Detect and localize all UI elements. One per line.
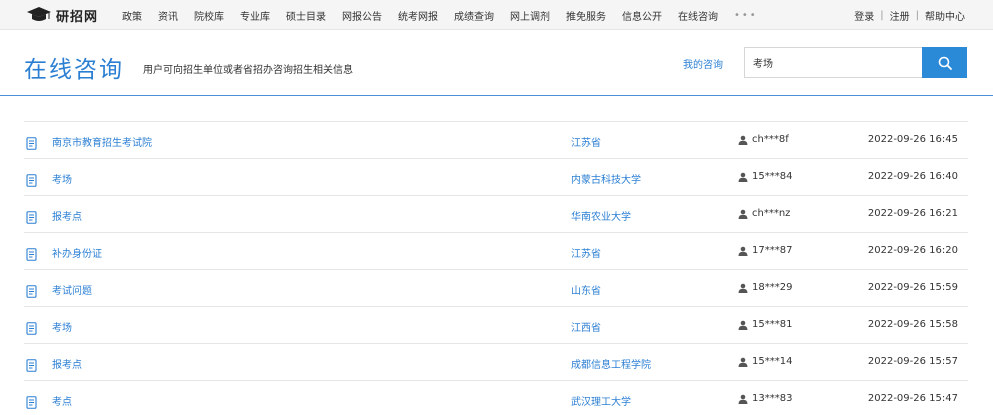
user-icon xyxy=(738,394,752,404)
consultation-title-link[interactable]: 考场 xyxy=(52,171,72,186)
asker-name: ch***8f xyxy=(752,134,789,145)
nav-item-info-disclosure[interactable]: 信息公开 xyxy=(622,8,662,23)
nav-item-master-catalog[interactable]: 硕士目录 xyxy=(286,8,326,23)
institution-link[interactable]: 内蒙古科技大学 xyxy=(571,171,641,186)
institution-link[interactable]: 成都信息工程学院 xyxy=(571,356,651,371)
user-icon xyxy=(738,246,752,256)
nav-item-schools[interactable]: 院校库 xyxy=(194,8,224,23)
institution-link[interactable]: 华南农业大学 xyxy=(571,208,631,223)
nav-item-majors[interactable]: 专业库 xyxy=(240,8,270,23)
list-item[interactable]: 考试问题 山东省 18***29 2022-09-26 15:59 xyxy=(24,269,968,306)
asker: 18***29 xyxy=(738,282,792,293)
help-center-link[interactable]: 帮助中心 xyxy=(925,8,965,23)
login-link[interactable]: 登录 xyxy=(854,8,874,23)
site-logo[interactable]: 研招网 xyxy=(26,5,98,25)
asker: 13***83 xyxy=(738,393,792,404)
user-icon xyxy=(738,209,752,219)
site-logo-text: 研招网 xyxy=(56,9,99,25)
institution-link[interactable]: 江苏省 xyxy=(571,245,601,260)
timestamp: 2022-09-26 15:58 xyxy=(867,319,958,330)
graduation-cap-icon xyxy=(27,7,51,21)
list-item[interactable]: 考点 武汉理工大学 13***83 2022-09-26 15:47 xyxy=(24,380,968,415)
user-icon xyxy=(738,283,752,293)
consultation-title-link[interactable]: 考点 xyxy=(52,393,72,408)
timestamp: 2022-09-26 16:40 xyxy=(867,171,958,182)
asker-name: 17***87 xyxy=(752,245,793,256)
nav-item-news[interactable]: 资讯 xyxy=(158,8,178,23)
consultation-title-link[interactable]: 报考点 xyxy=(52,356,82,371)
divider: | xyxy=(915,9,919,21)
document-icon xyxy=(26,246,38,261)
main-nav: 政策 资讯 院校库 专业库 硕士目录 网报公告 统考网报 成绩查询 网上调剂 推… xyxy=(114,0,758,30)
list-item[interactable]: 报考点 华南农业大学 ch***nz 2022-09-26 16:21 xyxy=(24,195,968,232)
consultation-title-link[interactable]: 考场 xyxy=(52,319,72,334)
top-navigation-bar: 研招网 政策 资讯 院校库 专业库 硕士目录 网报公告 统考网报 成绩查询 网上… xyxy=(0,0,993,30)
institution-link[interactable]: 江苏省 xyxy=(571,134,601,149)
timestamp: 2022-09-26 16:20 xyxy=(867,245,958,256)
nav-item-exam-registration[interactable]: 统考网报 xyxy=(398,8,438,23)
asker: 15***81 xyxy=(738,319,792,330)
asker-name: 15***81 xyxy=(752,319,793,330)
document-icon xyxy=(26,320,38,335)
search-input[interactable] xyxy=(744,47,922,78)
nav-item-online-consult[interactable]: 在线咨询 xyxy=(678,8,718,23)
list-item[interactable]: 南京市教育招生考试院 江苏省 ch***8f 2022-09-26 16:45 xyxy=(24,121,968,158)
asker-name: ch***nz xyxy=(752,208,791,219)
page-subtitle: 用户可向招生单位或者省招办咨询招生相关信息 xyxy=(143,65,353,76)
consultation-title-link[interactable]: 南京市教育招生考试院 xyxy=(52,134,152,149)
timestamp: 2022-09-26 15:59 xyxy=(867,282,958,293)
nav-item-policy[interactable]: 政策 xyxy=(122,8,142,23)
nav-item-adjustment[interactable]: 网上调剂 xyxy=(510,8,550,23)
document-icon xyxy=(26,135,38,150)
search-button[interactable] xyxy=(922,47,967,78)
nav-more-icon[interactable]: ••• xyxy=(734,10,758,21)
asker: ch***nz xyxy=(738,208,790,219)
institution-link[interactable]: 江西省 xyxy=(571,319,601,334)
institution-link[interactable]: 武汉理工大学 xyxy=(571,393,631,408)
nav-item-recommendation[interactable]: 推免服务 xyxy=(566,8,606,23)
timestamp: 2022-09-26 16:45 xyxy=(867,134,958,145)
search-icon xyxy=(938,56,952,70)
document-icon xyxy=(26,172,38,187)
user-icon xyxy=(738,172,752,182)
timestamp: 2022-09-26 15:47 xyxy=(867,393,958,404)
asker: 15***14 xyxy=(738,356,792,367)
timestamp: 2022-09-26 16:21 xyxy=(867,208,958,219)
register-link[interactable]: 注册 xyxy=(890,8,910,23)
document-icon xyxy=(26,209,38,224)
list-item[interactable]: 补办身份证 江苏省 17***87 2022-09-26 16:20 xyxy=(24,232,968,269)
consultation-list: 南京市教育招生考试院 江苏省 ch***8f 2022-09-26 16:45 考场 内蒙… xyxy=(24,121,968,415)
institution-link[interactable]: 山东省 xyxy=(571,282,601,297)
document-icon xyxy=(26,283,38,298)
list-item[interactable]: 考场 内蒙古科技大学 15***84 2022-09-26 16:40 xyxy=(24,158,968,195)
asker-name: 13***83 xyxy=(752,393,793,404)
consultation-title-link[interactable]: 报考点 xyxy=(52,208,82,223)
account-links: 登录 | 注册 | 帮助中心 xyxy=(854,0,965,30)
user-icon xyxy=(738,135,752,145)
document-icon xyxy=(26,394,38,409)
nav-item-score-query[interactable]: 成绩查询 xyxy=(454,8,494,23)
timestamp: 2022-09-26 15:57 xyxy=(867,356,958,367)
asker: 15***84 xyxy=(738,171,792,182)
page-title: 在线咨询 xyxy=(24,57,124,83)
divider: | xyxy=(880,9,884,21)
user-icon xyxy=(738,320,752,330)
page-header: 在线咨询 用户可向招生单位或者省招办咨询招生相关信息 我的咨询 xyxy=(0,30,993,96)
asker: ch***8f xyxy=(738,134,789,145)
asker-name: 15***84 xyxy=(752,171,793,182)
consultation-title-link[interactable]: 补办身份证 xyxy=(52,245,102,260)
asker-name: 18***29 xyxy=(752,282,793,293)
my-consultation-link[interactable]: 我的咨询 xyxy=(683,56,723,71)
asker-name: 15***14 xyxy=(752,356,793,367)
asker: 17***87 xyxy=(738,245,792,256)
list-item[interactable]: 考场 江西省 15***81 2022-09-26 15:58 xyxy=(24,306,968,343)
document-icon xyxy=(26,357,38,372)
consultation-title-link[interactable]: 考试问题 xyxy=(52,282,92,297)
nav-item-registration-notice[interactable]: 网报公告 xyxy=(342,8,382,23)
list-item[interactable]: 报考点 成都信息工程学院 15***14 2022-09-26 15:57 xyxy=(24,343,968,380)
user-icon xyxy=(738,357,752,367)
